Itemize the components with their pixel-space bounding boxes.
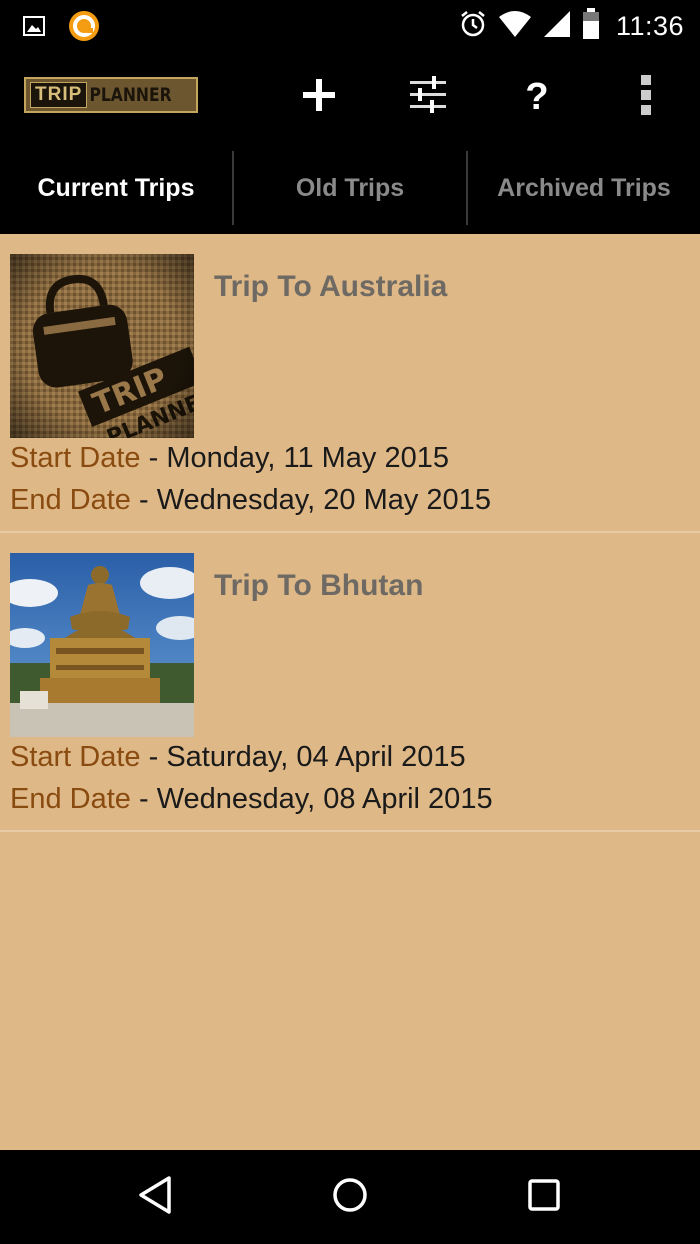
app-notification-icon [68,10,100,47]
navigation-bar [0,1150,700,1244]
image-icon [22,14,46,43]
end-date-label: End Date [10,783,131,815]
trip-list-item[interactable]: TRIP PLANNER Trip To Australia Start Dat… [0,234,700,533]
end-date-value: - Wednesday, 20 May 2015 [130,484,491,516]
back-icon [137,1175,173,1220]
trip-end-date: End Date - Wednesday, 20 May 2015 [10,484,491,517]
action-bar: TRIP PLANNER ? [0,50,700,142]
alarm-icon [458,9,488,44]
status-system: 11:36 [458,8,684,45]
wifi-icon [498,9,532,44]
trip-start-date: Start Date - Monday, 11 May 2015 [10,442,449,475]
trip-planner-bag-icon: TRIP PLANNER [10,254,194,438]
trip-title: Trip To Bhutan [214,569,424,602]
trip-tabs: Current Trips Old Trips Archived Trips [0,142,700,234]
start-date-label: Start Date [10,741,141,773]
end-date-label: End Date [10,484,131,516]
battery-icon [582,8,600,45]
tab-archived-trips[interactable]: Archived Trips [468,142,700,234]
trip-title: Trip To Australia [214,270,448,303]
add-trip-button[interactable] [294,72,344,122]
signal-icon [542,9,572,44]
trip-end-date: End Date - Wednesday, 08 April 2015 [10,783,493,816]
home-icon [330,1175,370,1220]
help-icon: ? [525,75,549,118]
app-logo: TRIP PLANNER [24,77,198,113]
trip-start-date: Start Date - Saturday, 04 April 2015 [10,741,466,774]
filter-icon [408,75,448,119]
tab-old-trips[interactable]: Old Trips [234,142,466,234]
start-date-value: - Saturday, 04 April 2015 [140,741,466,773]
start-date-label: Start Date [10,442,141,474]
add-icon [302,78,336,117]
logo-planner-text: PLANNER [89,84,172,106]
end-date-value: - Wednesday, 08 April 2015 [130,783,493,815]
tab-current-trips[interactable]: Current Trips [0,142,232,234]
recent-apps-icon [526,1177,562,1218]
buddha-statue-photo [10,553,194,737]
status-bar: 11:36 [0,0,700,50]
trip-list: TRIP PLANNER Trip To Australia Start Dat… [0,234,700,1150]
filter-button[interactable] [403,72,453,122]
trip-list-item[interactable]: Trip To Bhutan Start Date - Saturday, 04… [0,533,700,832]
home-button[interactable] [325,1172,375,1222]
status-time: 11:36 [615,11,684,41]
back-button[interactable] [130,1172,180,1222]
help-button[interactable]: ? [512,72,562,122]
logo-trip-text: TRIP [30,82,88,108]
status-notifications [22,10,100,47]
start-date-value: - Monday, 11 May 2015 [140,442,449,474]
overflow-menu-icon [640,74,652,120]
recent-apps-button[interactable] [519,1172,569,1222]
overflow-menu-button[interactable] [621,72,671,122]
